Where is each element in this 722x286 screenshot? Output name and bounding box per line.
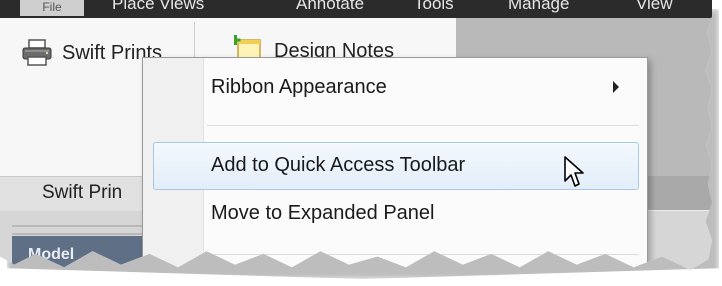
menubar: File Place Views Annotate Tools Manage V… bbox=[0, 0, 712, 18]
menu-item-move-to-expanded-panel[interactable]: Move to Expanded Panel bbox=[153, 192, 637, 236]
pointer-cursor-icon bbox=[563, 155, 587, 189]
menu-separator bbox=[207, 254, 639, 255]
menu-view[interactable]: View bbox=[636, 0, 673, 14]
menu-item-label: Add to Quick Access Toolbar bbox=[211, 154, 466, 176]
menu-separator bbox=[207, 125, 639, 126]
printer-icon bbox=[22, 39, 52, 67]
menu-file[interactable]: File bbox=[20, 0, 84, 16]
lower-strip bbox=[12, 225, 152, 235]
menu-item-label: Ribbon Appearance bbox=[211, 76, 387, 98]
panel-title[interactable]: Swift Prin bbox=[42, 182, 122, 204]
menu-item-ribbon-appearance[interactable]: Ribbon Appearance bbox=[153, 66, 637, 110]
menu-tools[interactable]: Tools bbox=[414, 0, 454, 14]
chevron-right-icon bbox=[613, 81, 619, 93]
menu-annotate[interactable]: Annotate bbox=[296, 0, 364, 14]
menu-item-label: Move to Expanded Panel bbox=[211, 202, 435, 224]
menu-place-views[interactable]: Place Views bbox=[112, 0, 204, 14]
screenshot-frame: File Place Views Annotate Tools Manage V… bbox=[0, 0, 712, 270]
menu-manage[interactable]: Manage bbox=[508, 0, 569, 14]
